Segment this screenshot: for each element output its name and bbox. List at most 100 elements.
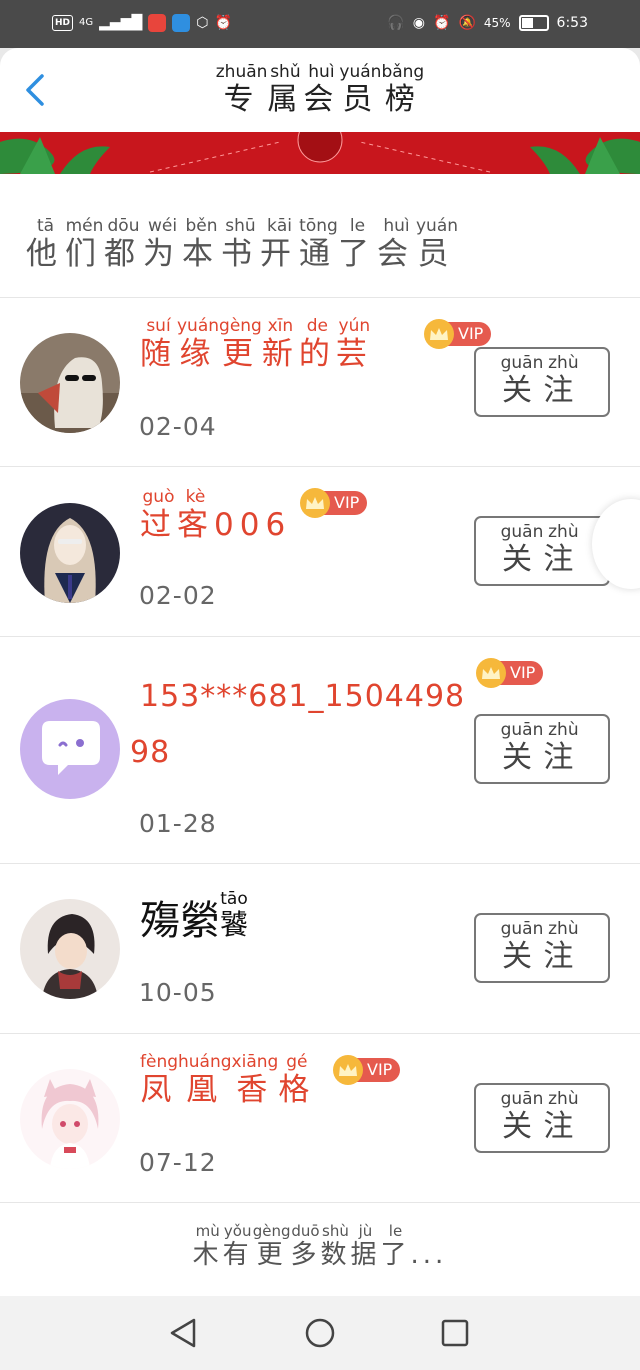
member-name-wrap: 98 <box>130 735 170 770</box>
ruby-pinyin: de <box>298 316 336 336</box>
ruby-char: 开kāi <box>260 216 299 272</box>
ruby-char: 都dōu <box>104 216 143 272</box>
member-date: 02-04 <box>139 412 217 441</box>
ruby-char: 注zhù <box>543 919 583 975</box>
ruby-pinyin: guò <box>140 487 177 507</box>
ruby-base: 关 <box>500 373 544 408</box>
member-row[interactable]: 153***681_1504498 98 VIP 01-28 关guān 注zhù <box>0 636 640 863</box>
default-chat-avatar-icon[interactable] <box>20 699 120 799</box>
ruby-char: ... <box>411 1240 448 1270</box>
ruby-pinyin: gèng <box>252 1222 291 1240</box>
ruby-char: 更gèng <box>219 316 262 372</box>
follow-button[interactable]: 关guān 注zhù <box>474 1083 610 1153</box>
page-title: 专zhuān属shǔ会huì员yuán榜bǎng <box>0 62 640 118</box>
ruby-base: 的 <box>298 336 336 372</box>
ruby-base: 为 <box>143 236 182 272</box>
ruby-char: 属shǔ <box>267 62 304 117</box>
ruby-pinyin: guān <box>500 522 544 542</box>
ruby-pinyin: suí <box>140 316 177 336</box>
ruby-char: 更gèng <box>252 1222 291 1270</box>
ruby-base: 注 <box>543 740 584 775</box>
ruby-char: 凰huáng <box>178 1052 232 1108</box>
ruby-base: 凤 <box>140 1072 178 1108</box>
ruby-base: 格 <box>278 1072 316 1108</box>
ruby-pinyin: yuán <box>177 316 220 336</box>
ruby-pinyin: zhù <box>543 522 584 542</box>
follow-button[interactable]: 关guān 注zhù <box>474 913 610 983</box>
ruby-pinyin: yún <box>335 316 373 336</box>
member-row[interactable]: 过guò客kè006 VIP 02-02 关guān 注zhù <box>0 466 640 636</box>
alarm-icon: ⏰ <box>433 15 451 31</box>
ruby-char: 客kè <box>177 487 214 543</box>
ruby-pinyin: shǔ <box>267 62 304 82</box>
ruby-char: 过guò <box>140 487 177 543</box>
member-date: 10-05 <box>139 978 217 1007</box>
ruby-pinyin: guān <box>500 720 544 740</box>
ruby-pinyin: yuán <box>416 216 459 236</box>
ruby-base: 据 <box>350 1240 381 1270</box>
follow-button[interactable]: 关guān 注zhù <box>474 714 610 784</box>
ruby-base: 他 <box>26 236 65 272</box>
ruby-pinyin: yǒu <box>222 1222 253 1240</box>
member-name-line1: 153***681_1504498 <box>140 679 466 714</box>
nav-home-icon[interactable] <box>303 1316 337 1350</box>
ruby-base: 开 <box>260 236 299 272</box>
ruby-char: 了le <box>338 216 377 272</box>
ruby-pinyin: le <box>380 1222 411 1240</box>
system-nav-bar <box>0 1296 640 1370</box>
ruby-base: 芸 <box>335 336 373 372</box>
ruby-pinyin: gé <box>278 1052 316 1072</box>
cat-girl-avatar-icon[interactable] <box>20 1069 120 1169</box>
ruby-base: 员 <box>416 236 459 272</box>
member-row[interactable]: 凤fèng凰huáng香xiāng格gé VIP 07-12 关guān 注zhù <box>0 1033 640 1202</box>
eye-icon: ◉ <box>412 15 425 31</box>
ruby-base: 更 <box>252 1240 291 1270</box>
ruby-base: 属 <box>267 82 304 117</box>
ruby-pinyin: zhù <box>543 720 584 740</box>
member-row[interactable]: 随suí缘yuán更gèng新xīn的de芸yún VIP 02-04 关guā… <box>0 297 640 466</box>
ruby-pinyin: zhuān <box>215 62 268 82</box>
ruby-char: 榜bǎng <box>381 62 424 117</box>
ruby-pinyin: xiāng <box>231 1052 279 1072</box>
ruby-base: 会 <box>377 236 416 272</box>
ruby-pinyin: tōng <box>299 216 338 236</box>
ruby-pinyin: guān <box>500 1089 544 1109</box>
ruby-pinyin: zhù <box>543 1089 584 1109</box>
nav-recents-icon[interactable] <box>438 1316 472 1350</box>
ruby-base: 书 <box>221 236 260 272</box>
vip-badge: VIP <box>333 1055 401 1085</box>
ruby-base: 数 <box>320 1240 351 1270</box>
ruby-char: 木mù <box>193 1222 223 1270</box>
ruby-char: 本běn <box>182 216 221 272</box>
ruby-char: 为wéi <box>143 216 182 272</box>
ghost-avatar-icon[interactable] <box>20 333 120 433</box>
ruby-base: 缘 <box>177 336 220 372</box>
app-notification-icon <box>148 14 167 32</box>
ruby-pinyin: xīn <box>261 316 299 336</box>
vip-badge: VIP <box>476 658 544 688</box>
ruby-base: 了 <box>380 1240 411 1270</box>
ruby-pinyin: huáng <box>178 1052 232 1072</box>
follow-button[interactable]: 关guān 注zhù <box>474 347 610 417</box>
ruby-base: 更 <box>219 336 262 372</box>
ruby-char: 随suí <box>140 316 177 372</box>
nav-back-icon[interactable] <box>166 1316 200 1350</box>
ruby-char: 有yǒu <box>223 1222 253 1270</box>
section-title: 他tā们mén都dōu为wéi本běn书shū开kāi通tōng了le会huì员… <box>26 216 459 273</box>
ruby-base: 关 <box>500 1109 544 1144</box>
member-name: 凤fèng凰huáng香xiāng格gé <box>140 1052 316 1109</box>
ruby-char: 专zhuān <box>216 62 268 117</box>
banner-image <box>0 132 640 174</box>
anime-girl-avatar-icon[interactable] <box>20 503 120 603</box>
battery-icon <box>518 15 549 31</box>
follow-button[interactable]: 关guān 注zhù <box>474 516 610 586</box>
ruby-char: 注zhù <box>543 1089 584 1145</box>
member-row[interactable]: 殤縈饕tāo 10-05 关guān 注zhù <box>0 863 640 1033</box>
ruby-char: 据jù <box>350 1222 381 1270</box>
ruby-base: 们 <box>65 236 104 272</box>
ruby-base: 注 <box>543 1109 584 1144</box>
ruby-char: 通tōng <box>299 216 338 272</box>
anime-boy-avatar-icon[interactable] <box>20 899 120 999</box>
ruby-pinyin: fèng <box>140 1052 179 1072</box>
ruby-base: 通 <box>299 236 338 272</box>
